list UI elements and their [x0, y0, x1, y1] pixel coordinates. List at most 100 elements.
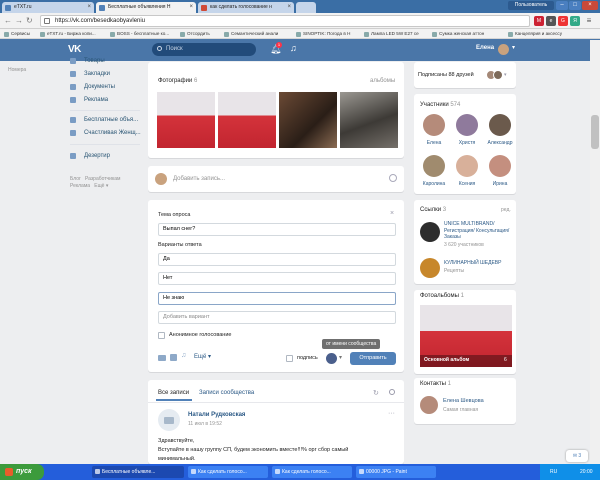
music-icon[interactable]: ♫ [290, 43, 297, 53]
post-time[interactable]: 11 июл в 19:52 [188, 421, 222, 427]
bookmark-item[interactable]: Сервисы [4, 30, 36, 38]
taskbar-item[interactable]: Как сделать голосо... [188, 466, 268, 478]
bookmark-item[interactable]: Отсордить [180, 30, 220, 38]
post-as-avatar[interactable] [326, 353, 337, 364]
members-title[interactable]: Участники 574 [420, 101, 460, 109]
search-input[interactable]: Поиск [152, 43, 256, 56]
signature-checkbox[interactable] [286, 355, 293, 362]
composer-input[interactable]: Добавить запись... [173, 175, 225, 183]
bookmark-item[interactable]: BOSS - бесплатные ко... [110, 30, 176, 38]
link-avatar[interactable] [420, 258, 440, 278]
bookmark-item[interactable]: Лампа LED 5W E27 сe [364, 30, 428, 38]
bookmark-item[interactable]: Канцелярия и аксессу [508, 30, 590, 38]
start-button[interactable]: пуск [0, 464, 44, 480]
member-avatar[interactable] [456, 155, 478, 177]
extension-icon[interactable]: Я [570, 16, 580, 26]
vk-logo[interactable]: VK [68, 44, 81, 55]
tab-community-posts[interactable]: Записи сообщества [199, 389, 254, 397]
friend-avatar[interactable] [493, 70, 503, 80]
forward-icon[interactable]: → [15, 16, 23, 26]
albums-link[interactable]: альбомы [370, 77, 395, 85]
extension-icon[interactable]: e [546, 16, 556, 26]
links-edit[interactable]: ред. [501, 207, 511, 213]
links-title[interactable]: Ссылки 3 [420, 206, 446, 214]
reload-icon[interactable]: ↻ [26, 16, 33, 26]
member-avatar[interactable] [489, 114, 511, 136]
scrollbar-thumb[interactable] [591, 115, 599, 149]
tab-close-icon[interactable]: × [87, 2, 91, 13]
link-title[interactable]: КУЛИНАРНЫЙ ШЕДЕВР [444, 260, 514, 266]
camera-icon[interactable] [158, 355, 166, 361]
menu-cut-label[interactable]: Номера [8, 67, 26, 73]
footer-link-ads[interactable]: Реклама [70, 183, 90, 189]
chevron-down-icon[interactable]: ▾ [504, 72, 507, 78]
browser-tab-etxt[interactable]: eTXT.ru × [2, 2, 94, 13]
chevron-down-icon[interactable]: ▾ [339, 354, 342, 361]
photo-thumb[interactable] [157, 92, 215, 148]
album-name[interactable]: Основной альбом [424, 357, 469, 363]
footer-link-dev[interactable]: Разработчикам [85, 176, 121, 182]
taskbar-item[interactable]: Как сделать голосо... [272, 466, 352, 478]
close-window-button[interactable]: × [582, 1, 598, 10]
browser-tab-objavleniya[interactable]: Бесплатные объявления Н × [96, 2, 196, 13]
member-avatar[interactable] [423, 114, 445, 136]
member-name[interactable]: Христя [450, 140, 484, 146]
more-icon[interactable]: ··· [388, 410, 395, 417]
anonymous-checkbox[interactable] [158, 332, 165, 339]
tab-all-posts[interactable]: Все записи [158, 389, 189, 397]
extension-icon[interactable]: M [534, 16, 544, 26]
music-icon[interactable]: ♫ [181, 352, 186, 359]
clock[interactable]: 20:00 [580, 464, 593, 480]
menu-item-group-2[interactable]: Счастливая Женщ... [68, 129, 141, 137]
submit-button[interactable]: Отправить [350, 352, 396, 365]
minimize-button[interactable]: – [556, 1, 568, 10]
photo-thumb[interactable] [279, 92, 337, 148]
extension-icon[interactable]: G [558, 16, 568, 26]
poll-topic-input[interactable]: Выпал снег? [158, 223, 396, 236]
contact-name[interactable]: Елена Шевцова [443, 398, 484, 404]
member-name[interactable]: Ксения [450, 181, 484, 187]
tab-close-icon[interactable]: × [189, 2, 193, 13]
member-name[interactable]: Елена [417, 140, 451, 146]
menu-item-documents[interactable]: Документы [68, 83, 115, 91]
menu-item-group-1[interactable]: Бесплатные объя... [68, 116, 138, 124]
tab-close-icon[interactable]: × [287, 2, 291, 13]
language-indicator[interactable]: RU [550, 464, 557, 480]
link-title[interactable]: UNICE MULTIBRAND/ Регистрация/ Консульта… [444, 221, 514, 241]
menu-item-ads[interactable]: Реклама [68, 96, 108, 104]
footer-link-blog[interactable]: Блог [70, 176, 81, 182]
bookmark-item[interactable]: eTXT.ru - Биржа копи... [40, 30, 106, 38]
footer-link-more[interactable]: Ещё [94, 183, 104, 189]
poll-option-input[interactable]: Да [158, 253, 396, 266]
chevron-down-icon[interactable]: ▾ [512, 44, 515, 51]
albums-title[interactable]: Фотоальбомы 1 [420, 292, 464, 300]
url-input[interactable]: https://vk.com/besedkaobyavleniu [40, 15, 530, 27]
contact-avatar[interactable] [420, 396, 438, 414]
avatar[interactable] [498, 44, 509, 55]
more-attachments-button[interactable]: Ещё ▾ [194, 353, 211, 361]
member-name[interactable]: Ирина [483, 181, 517, 187]
post-author[interactable]: Натали Рудковская [188, 411, 245, 419]
bookmark-item[interactable]: Семантический анали [224, 30, 292, 38]
subscribed-text[interactable]: Подписаны 88 друзей [418, 72, 474, 78]
member-avatar[interactable] [489, 155, 511, 177]
contacts-title[interactable]: Контакты 1 [420, 380, 451, 388]
emoji-icon[interactable] [389, 174, 397, 182]
photos-title[interactable]: Фотографии 6 [158, 77, 197, 85]
member-name[interactable]: Александр [483, 140, 517, 146]
taskbar-item[interactable]: 00000 JPG - Paint [356, 466, 436, 478]
add-option-input[interactable]: Добавить вариант [158, 311, 396, 324]
scrollbar[interactable] [590, 40, 600, 464]
bookmark-item[interactable]: SINOPTIK: Погода в Н [296, 30, 360, 38]
video-icon[interactable] [170, 354, 177, 361]
menu-item-game[interactable]: Дезертир [68, 152, 110, 160]
refresh-icon[interactable]: ↻ [373, 389, 379, 397]
avatar[interactable] [158, 409, 180, 431]
photo-thumb[interactable] [340, 92, 398, 148]
taskbar-item[interactable]: Бесплатные объявле... [92, 466, 184, 478]
user-name[interactable]: Елена [476, 45, 494, 51]
link-avatar[interactable] [420, 222, 440, 242]
new-tab-button[interactable] [296, 2, 316, 13]
search-icon[interactable] [389, 389, 395, 395]
member-avatar[interactable] [423, 155, 445, 177]
